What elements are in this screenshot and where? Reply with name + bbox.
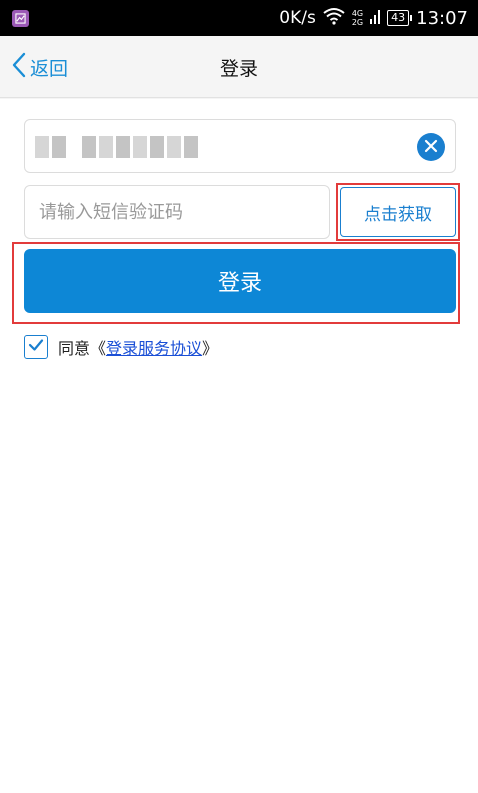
agreement-suffix: 》	[202, 339, 219, 358]
title-bar: 返回 登录	[0, 36, 478, 98]
status-clock: 13:07	[416, 7, 468, 29]
status-bar: 0K/s 4G 2G 43 13:07	[0, 0, 478, 36]
status-left	[12, 9, 29, 27]
signal-icon	[370, 8, 381, 29]
page-title: 登录	[219, 58, 258, 80]
network-type: 4G 2G	[352, 9, 363, 27]
status-right: 0K/s 4G 2G 43 13:07	[279, 7, 468, 30]
agreement-prefix: 同意《	[58, 339, 107, 358]
close-icon	[424, 138, 438, 157]
login-form: 点击获取 登录 同意《登录服务协议》	[0, 99, 478, 793]
agreement-link[interactable]: 登录服务协议	[106, 339, 202, 358]
masked-phone-number	[35, 136, 198, 158]
wifi-icon	[323, 7, 345, 30]
agreement-row: 同意《登录服务协议》	[24, 335, 218, 359]
checkmark-icon	[27, 336, 45, 358]
network-type-bottom: 2G	[351, 18, 364, 27]
agree-checkbox[interactable]	[24, 335, 48, 359]
get-code-button[interactable]: 点击获取	[340, 187, 456, 237]
network-type-top: 4G	[351, 9, 364, 18]
net-speed: 0K/s	[279, 8, 316, 28]
agreement-text: 同意《登录服务协议》	[58, 335, 218, 359]
phone-input[interactable]	[24, 119, 456, 173]
login-button[interactable]: 登录	[24, 249, 456, 313]
sms-code-input[interactable]	[24, 185, 330, 239]
clear-button[interactable]	[417, 133, 445, 161]
battery-indicator: 43	[387, 10, 413, 26]
app-notification-icon	[12, 9, 29, 27]
